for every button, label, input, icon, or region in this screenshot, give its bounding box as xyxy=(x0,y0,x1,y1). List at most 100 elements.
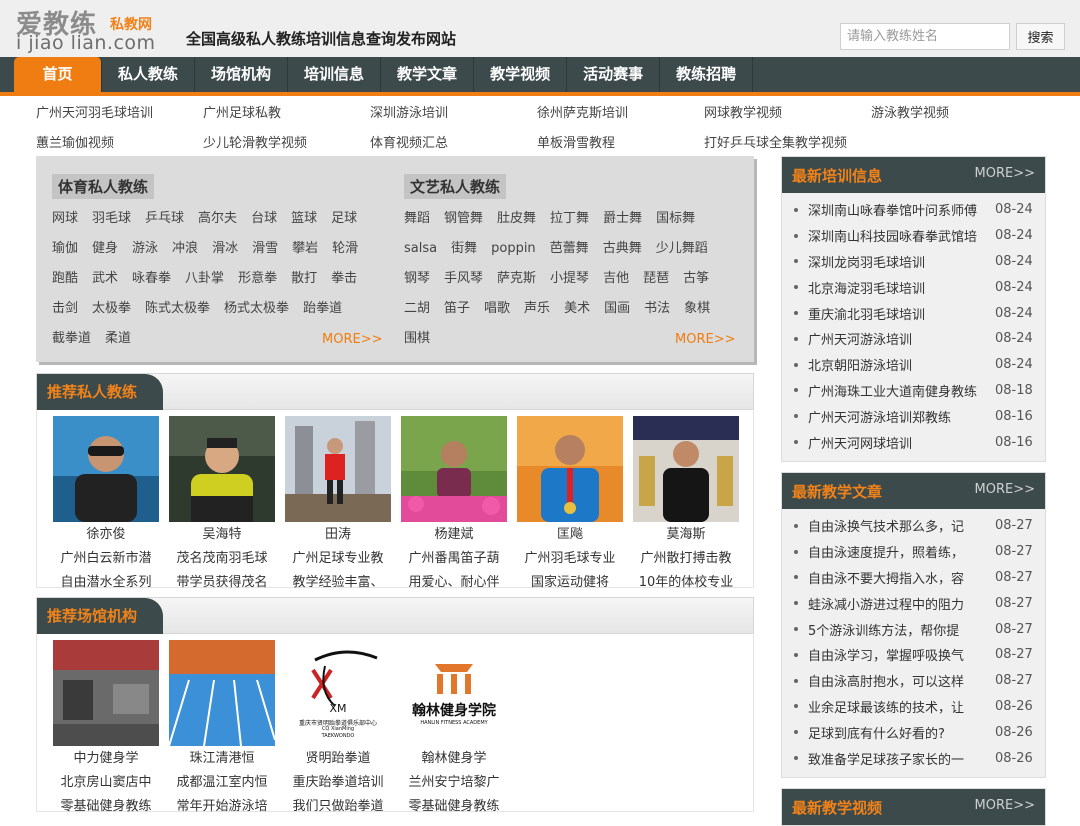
news-row[interactable]: 自由泳速度提升，照着练， 08-27 xyxy=(794,539,1045,565)
site-logo[interactable]: 爱教练 私教网 i jiao lian.com xyxy=(14,4,170,54)
news-title[interactable]: 自由泳学习，掌握呼吸换气 xyxy=(808,645,990,664)
hot-link[interactable]: 蕙兰瑜伽视频 xyxy=(36,132,203,154)
coach-card[interactable]: 吴海特 茂名茂南羽毛球 带学员获得茂名 xyxy=(169,416,275,590)
coach-name[interactable]: 匡飚 xyxy=(517,524,623,546)
category-tag[interactable]: 围棋 xyxy=(404,329,430,349)
category-tag[interactable]: salsa xyxy=(404,239,437,259)
news-row[interactable]: 5个游泳训练方法，帮你提 08-27 xyxy=(794,616,1045,642)
coach-photo[interactable] xyxy=(401,416,507,522)
news-title[interactable]: 广州天河网球培训 xyxy=(808,433,990,452)
news-title[interactable]: 北京朝阳游泳培训 xyxy=(808,355,990,374)
category-tag[interactable]: 少儿舞蹈 xyxy=(656,239,708,259)
venue-logo-xm[interactable]: XM 重庆市贤明跆拳道俱乐部中心 CQ XianMing TAEKWONDO xyxy=(285,640,391,746)
articles-more-link[interactable]: MORE>> xyxy=(975,482,1035,497)
nav-home[interactable]: 首页 xyxy=(14,57,102,92)
nav-private-coach[interactable]: 私人教练 xyxy=(102,57,196,92)
videos-more-link[interactable]: MORE>> xyxy=(975,798,1035,813)
news-row[interactable]: 自由泳高肘抱水，可以这样 08-27 xyxy=(794,668,1045,694)
news-row[interactable]: 广州天河网球培训 08-16 xyxy=(794,429,1045,455)
category-tag[interactable]: 高尔夫 xyxy=(198,209,237,229)
news-row[interactable]: 蛙泳减小游进过程中的阻力 08-27 xyxy=(794,590,1045,616)
hot-link[interactable]: 徐州萨克斯培训 xyxy=(537,102,704,124)
coach-photo[interactable] xyxy=(285,416,391,522)
coach-name[interactable]: 徐亦俊 xyxy=(53,524,159,546)
nav-jobs[interactable]: 教练招聘 xyxy=(660,57,754,92)
hot-link[interactable]: 网球教学视频 xyxy=(704,102,871,124)
category-tag[interactable]: 街舞 xyxy=(451,239,477,259)
coach-name[interactable]: 杨建斌 xyxy=(401,524,507,546)
category-tag[interactable]: 萨克斯 xyxy=(497,269,536,289)
venue-photo[interactable] xyxy=(53,640,159,746)
category-tag[interactable]: 美术 xyxy=(564,299,590,319)
news-row[interactable]: 足球到底有什么好看的? 08-26 xyxy=(794,719,1045,745)
coach-card[interactable]: 杨建斌 广州番禺笛子葫 用爱心、耐心伴 xyxy=(401,416,507,590)
sports-more-link[interactable]: MORE>> xyxy=(322,332,382,347)
category-tag[interactable]: 柔道 xyxy=(105,329,131,349)
category-tag[interactable]: 瑜伽 xyxy=(52,239,78,259)
news-row[interactable]: 广州海珠工业大道南健身教练 08-18 xyxy=(794,378,1045,404)
category-tag[interactable]: 击剑 xyxy=(52,299,78,319)
venue-card[interactable]: 翰林健身学院 HANLIN FITNESS ACADEMY 翰林健身学 兰州安宁… xyxy=(401,640,507,814)
category-tag[interactable]: 声乐 xyxy=(524,299,550,319)
news-title[interactable]: 广州海珠工业大道南健身教练 xyxy=(808,381,990,400)
category-tag[interactable]: 游泳 xyxy=(132,239,158,259)
coach-card[interactable]: 徐亦俊 广州白云新市潜 自由潜水全系列 xyxy=(53,416,159,590)
category-tag[interactable]: 滑雪 xyxy=(252,239,278,259)
category-tag[interactable]: 吉他 xyxy=(603,269,629,289)
category-tag[interactable]: 杨式太极拳 xyxy=(224,299,289,319)
category-tag[interactable]: 武术 xyxy=(92,269,118,289)
hot-link[interactable]: 游泳教学视频 xyxy=(871,102,1038,124)
category-tag[interactable]: 网球 xyxy=(52,209,78,229)
category-tag[interactable]: poppin xyxy=(491,239,536,259)
news-title[interactable]: 深圳龙岗羽毛球培训 xyxy=(808,252,990,271)
category-tag[interactable]: 台球 xyxy=(251,209,277,229)
news-row[interactable]: 自由泳不要大拇指入水，容 08-27 xyxy=(794,565,1045,591)
news-row[interactable]: 自由泳换气技术那么多，记 08-27 xyxy=(794,513,1045,539)
news-row[interactable]: 深圳南山科技园咏春拳武馆培 08-24 xyxy=(794,223,1045,249)
hot-link[interactable]: 广州足球私教 xyxy=(203,102,370,124)
category-tag[interactable]: 笛子 xyxy=(444,299,470,319)
nav-events[interactable]: 活动赛事 xyxy=(567,57,661,92)
venue-name[interactable]: 中力健身学 xyxy=(53,748,159,770)
news-row[interactable]: 深圳南山咏春拳馆叶问系师傅 08-24 xyxy=(794,197,1045,223)
venue-name[interactable]: 贤明跆拳道 xyxy=(285,748,391,770)
category-tag[interactable]: 攀岩 xyxy=(292,239,318,259)
news-row[interactable]: 重庆渝北羽毛球培训 08-24 xyxy=(794,300,1045,326)
category-tag[interactable]: 爵士舞 xyxy=(603,209,642,229)
news-row[interactable]: 北京朝阳游泳培训 08-24 xyxy=(794,352,1045,378)
arts-more-link[interactable]: MORE>> xyxy=(675,332,735,347)
news-title[interactable]: 业余足球最该练的技术，让 xyxy=(808,697,990,716)
category-tag[interactable]: 拉丁舞 xyxy=(550,209,589,229)
category-tag[interactable]: 太极拳 xyxy=(92,299,131,319)
venue-logo-hl[interactable]: 翰林健身学院 HANLIN FITNESS ACADEMY xyxy=(401,640,507,746)
news-title[interactable]: 致准备学足球孩子家长的一 xyxy=(808,749,990,768)
news-title[interactable]: 深圳南山咏春拳馆叶问系师傅 xyxy=(808,200,990,219)
news-title[interactable]: 5个游泳训练方法，帮你提 xyxy=(808,620,990,639)
news-title[interactable]: 广州天河游泳培训郑教练 xyxy=(808,407,990,426)
coach-card[interactable]: 匡飚 广州羽毛球专业 国家运动健将 xyxy=(517,416,623,590)
venue-name[interactable]: 珠江清港恒 xyxy=(169,748,275,770)
nav-training[interactable]: 培训信息 xyxy=(288,57,382,92)
category-tag[interactable]: 跆拳道 xyxy=(303,299,342,319)
category-tag[interactable]: 象棋 xyxy=(684,299,710,319)
category-tag[interactable]: 篮球 xyxy=(291,209,317,229)
hot-link[interactable]: 单板滑雪教程 xyxy=(537,132,704,154)
hot-link[interactable]: 打好乒乓球全集教学视频 xyxy=(704,132,871,154)
category-tag[interactable]: 钢管舞 xyxy=(444,209,483,229)
coach-search-input[interactable] xyxy=(840,23,1010,50)
coach-name[interactable]: 田涛 xyxy=(285,524,391,546)
category-tag[interactable]: 国画 xyxy=(604,299,630,319)
category-tag[interactable]: 古筝 xyxy=(683,269,709,289)
category-tag[interactable]: 咏春拳 xyxy=(132,269,171,289)
news-title[interactable]: 自由泳高肘抱水，可以这样 xyxy=(808,671,990,690)
category-tag[interactable]: 舞蹈 xyxy=(404,209,430,229)
hot-link[interactable]: 体育视频汇总 xyxy=(370,132,537,154)
coach-photo[interactable] xyxy=(53,416,159,522)
nav-venues[interactable]: 场馆机构 xyxy=(195,57,289,92)
news-title[interactable]: 足球到底有什么好看的? xyxy=(808,723,990,742)
category-tag[interactable]: 截拳道 xyxy=(52,329,91,349)
news-title[interactable]: 自由泳换气技术那么多，记 xyxy=(808,516,990,535)
news-title[interactable]: 广州天河游泳培训 xyxy=(808,329,990,348)
coach-name[interactable]: 莫海斯 xyxy=(633,524,739,546)
venue-card[interactable]: 珠江清港恒 成都温江室内恒 常年开始游泳培 xyxy=(169,640,275,814)
